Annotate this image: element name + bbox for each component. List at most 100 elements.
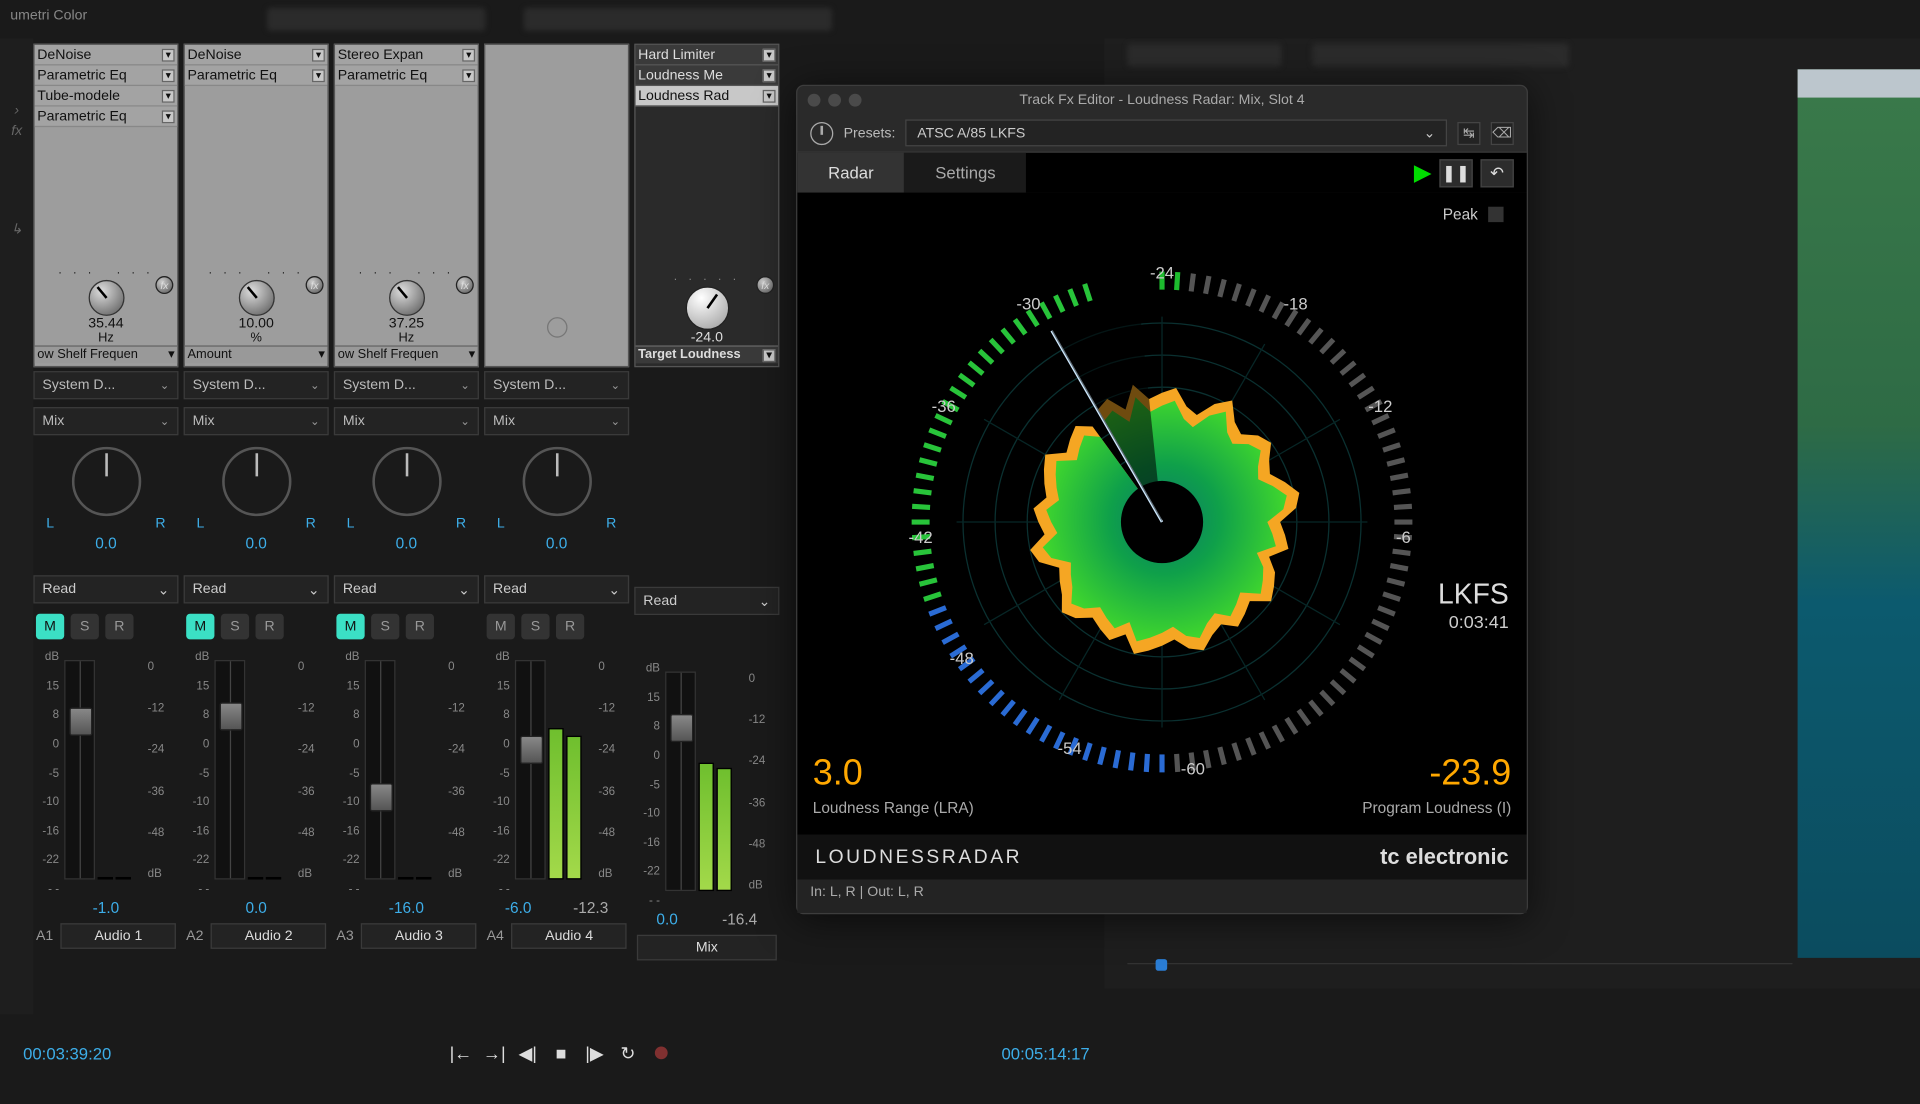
record-arm-button[interactable]: R [105,614,133,640]
fader-handle[interactable] [370,783,393,811]
mix-dropdown[interactable]: Mix⌄ [33,407,178,435]
mix-dropdown[interactable]: Mix⌄ [484,407,629,435]
automation-mode-dropdown[interactable]: Read⌄ [33,575,178,603]
playhead-icon[interactable] [1156,959,1168,971]
fx-slot[interactable]: Hard Limiter▾ [636,45,779,66]
tab-blurred-1[interactable] [267,8,485,31]
close-icon[interactable] [808,94,821,107]
fx-param-knob[interactable] [88,280,124,316]
fader-db-value[interactable]: 0.0 [245,899,266,917]
pan-value[interactable]: 0.0 [334,534,479,552]
fader-db-value[interactable]: -16.0 [389,899,424,917]
output-dropdown[interactable]: System D...⌄ [334,371,479,399]
fx-param-knob[interactable] [388,280,424,316]
track-name-field[interactable]: Audio 4 [512,923,627,949]
fx-slot[interactable]: Loudness Me▾ [636,65,779,86]
track-name-field[interactable]: Audio 3 [361,923,476,949]
output-dropdown[interactable]: System D...⌄ [484,371,629,399]
fx-slot[interactable]: Tube-modele▾ [35,86,178,107]
volume-fader[interactable] [515,660,546,880]
preset-dropdown[interactable]: ATSC A/85 LKFS ⌄ [906,119,1447,146]
program-tab-2[interactable] [1312,44,1569,67]
pan-value[interactable]: 0.0 [484,534,629,552]
step-back-icon[interactable]: ◀| [516,1041,539,1064]
solo-button[interactable]: S [521,614,549,640]
chevron-down-icon[interactable]: ▾ [162,89,175,102]
fx-bypass-icon[interactable]: fx [155,276,173,294]
play-button[interactable]: ▶ [1414,159,1432,186]
fx-param-knob[interactable] [238,280,274,316]
tab-settings[interactable]: Settings [904,153,1026,193]
output-dropdown[interactable]: System D...⌄ [184,371,329,399]
pan-knob[interactable] [522,447,591,516]
fx-slot[interactable]: Parametric Eq▾ [35,65,178,86]
pause-button[interactable]: ❚❚ [1439,159,1472,187]
chevron-down-icon[interactable]: ▾ [763,69,776,82]
loop-icon[interactable]: ↻ [616,1041,639,1064]
mute-button[interactable]: M [336,614,364,640]
automation-mode-dropdown[interactable]: Read⌄ [184,575,329,603]
program-tab-1[interactable] [1127,44,1281,67]
fx-slot[interactable]: DeNoise▾ [35,45,178,66]
timecode-left[interactable]: 00:03:39:20 [23,1043,111,1062]
pan-knob[interactable] [221,447,290,516]
fader-db-value[interactable]: -1.0 [93,899,120,917]
fader-handle[interactable] [670,714,693,742]
fx-bypass-icon[interactable]: fx [306,276,324,294]
chevron-down-icon[interactable]: ▾ [763,48,776,61]
record-button[interactable] [650,1041,673,1064]
power-button[interactable] [810,121,833,144]
pan-knob[interactable] [372,447,441,516]
chevron-down-icon[interactable]: ▾ [462,69,475,82]
tab-lumetri[interactable]: umetri Color [10,8,228,31]
pan-value[interactable]: 0.0 [33,534,178,552]
solo-button[interactable]: S [221,614,249,640]
stop-icon[interactable]: ■ [550,1041,573,1064]
fx-slot[interactable]: Stereo Expan▾ [335,45,478,66]
pan-value[interactable]: 0.0 [184,534,329,552]
chevron-down-icon[interactable]: ▾ [312,48,325,61]
mute-button[interactable]: M [487,614,515,640]
solo-button[interactable]: S [71,614,99,640]
volume-fader[interactable] [64,660,95,880]
fader-handle[interactable] [520,736,543,764]
fader-db-value[interactable]: 0.0 [656,910,677,928]
fx-slot[interactable]: Parametric Eq▾ [185,65,328,86]
go-to-in-icon[interactable]: |← [449,1041,472,1064]
automation-mode-dropdown[interactable]: Read⌄ [334,575,479,603]
track-name-field[interactable]: Audio 2 [211,923,326,949]
solo-button[interactable]: S [371,614,399,640]
automation-mode-dropdown[interactable]: Read⌄ [634,587,779,615]
timeline-ruler[interactable] [1127,963,1792,989]
record-arm-button[interactable]: R [556,614,584,640]
tab-blurred-2[interactable] [524,8,832,31]
tab-radar[interactable]: Radar [797,153,904,193]
fx-slot[interactable]: Parametric Eq▾ [335,65,478,86]
chevron-down-icon[interactable]: ▾ [763,89,776,102]
zoom-icon[interactable] [849,94,862,107]
pan-knob[interactable] [71,447,140,516]
window-titlebar[interactable]: Track Fx Editor - Loudness Radar: Mix, S… [797,86,1526,114]
fader-db-value[interactable]: -6.0 [505,899,532,917]
reset-button[interactable]: ↶ [1480,159,1513,187]
mix-dropdown[interactable]: Mix⌄ [184,407,329,435]
fx-slot[interactable]: Loudness Rad▾ [636,86,779,107]
fx-bypass-icon[interactable]: fx [756,276,774,294]
fader-handle[interactable] [69,707,92,735]
chevron-down-icon[interactable]: ▾ [162,110,175,123]
fx-slot[interactable]: DeNoise▾ [185,45,328,66]
automation-mode-dropdown[interactable]: Read⌄ [484,575,629,603]
timecode-right[interactable]: 00:05:14:17 [1002,1043,1090,1062]
fader-handle[interactable] [220,702,243,730]
target-loudness-knob[interactable] [685,286,729,330]
step-fwd-icon[interactable]: |▶ [583,1041,606,1064]
volume-fader[interactable] [665,672,696,892]
chevron-down-icon[interactable]: ▾ [462,48,475,61]
minimize-icon[interactable] [828,94,841,107]
volume-fader[interactable] [214,660,245,880]
mute-button[interactable]: M [186,614,214,640]
mute-button[interactable]: M [36,614,64,640]
delete-preset-icon[interactable]: ⌫ [1491,121,1514,144]
window-controls[interactable] [808,94,862,107]
fx-bypass-icon[interactable]: fx [456,276,474,294]
